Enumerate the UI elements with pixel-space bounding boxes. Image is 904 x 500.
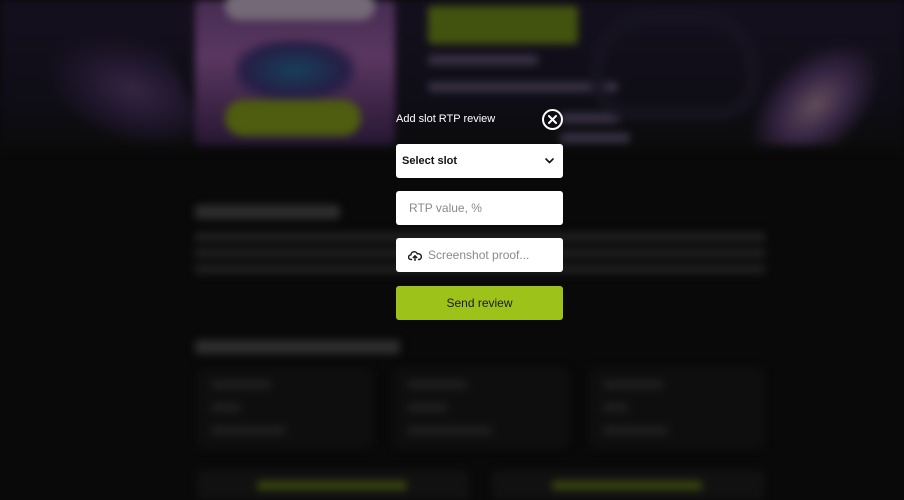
slot-select-value: Select slot	[402, 155, 458, 167]
slot-select[interactable]: Select slot	[396, 144, 563, 178]
cloud-upload-icon	[408, 250, 422, 261]
close-button[interactable]	[542, 109, 563, 130]
send-review-button[interactable]: Send review	[396, 286, 563, 320]
modal-title: Add slot RTP review	[396, 113, 496, 125]
screenshot-upload-field[interactable]: Screenshot proof...	[396, 238, 563, 272]
rtp-value-input[interactable]	[396, 191, 563, 225]
close-icon	[548, 115, 557, 124]
chevron-down-icon	[545, 158, 554, 164]
add-rtp-review-modal: Add slot RTP review Select slot Screensh…	[396, 108, 564, 322]
screenshot-upload-placeholder: Screenshot proof...	[428, 248, 530, 262]
rtp-value-field	[396, 191, 563, 225]
